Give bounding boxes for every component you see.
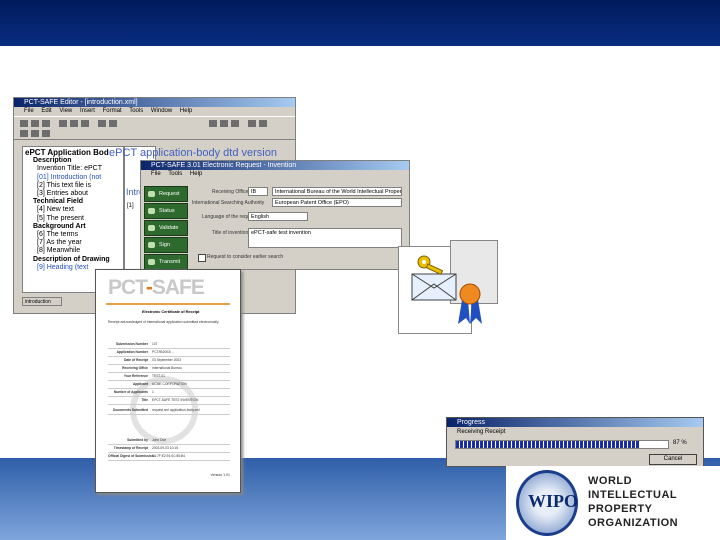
- editor-toolbar: [14, 116, 295, 140]
- menu-insert[interactable]: Insert: [80, 108, 95, 114]
- request-window-title: PCT-SAFE 3.01 Electronic Request - Inven…: [141, 161, 409, 170]
- tree-node-title[interactable]: Invention Title: ePCT: [25, 165, 110, 173]
- menu-format[interactable]: Format: [103, 108, 122, 114]
- xml-heading: ePCT application-body dtd version: [109, 147, 277, 159]
- sign-nav-button[interactable]: Sign: [144, 237, 188, 253]
- status-nav-button[interactable]: Status: [144, 203, 188, 219]
- tree-node-description[interactable]: Description: [25, 157, 110, 165]
- tree-node-paragraph[interactable]: [2] This text file is: [25, 182, 110, 190]
- formula-icon[interactable]: [42, 130, 50, 137]
- menu-help[interactable]: Help: [180, 108, 192, 114]
- tree-node-paragraph[interactable]: [5] The present: [25, 215, 110, 223]
- menu-edit[interactable]: Edit: [41, 108, 51, 114]
- cut-icon[interactable]: [59, 120, 67, 127]
- progress-dialog-title: Progress: [447, 418, 703, 427]
- isa-select[interactable]: European Patent Office (EPO): [272, 198, 402, 207]
- earlier-search-checkbox[interactable]: [198, 254, 206, 262]
- underline-icon[interactable]: [231, 120, 239, 127]
- table-icon[interactable]: [20, 130, 28, 137]
- logo-underline: [106, 303, 230, 305]
- tree-root[interactable]: ePCT Application Bod: [25, 148, 110, 157]
- menu-file[interactable]: File: [24, 108, 34, 114]
- certificate-row: Title EPCT-SAFE TEST INVENTION: [108, 396, 230, 405]
- tree-node-paragraph[interactable]: [7] As the year: [25, 239, 110, 247]
- list-icon[interactable]: [248, 120, 256, 127]
- isa-label: International Searching Authority: [192, 200, 265, 206]
- receiving-office-field[interactable]: International Bureau of the World Intell…: [272, 187, 402, 196]
- language-select[interactable]: English: [248, 212, 308, 221]
- validate-nav-button[interactable]: Validate: [144, 220, 188, 236]
- redo-icon[interactable]: [109, 120, 117, 127]
- certificate-heading: Electronic Certificate of Receipt: [142, 310, 200, 314]
- wipo-wordmark: WORLD INTELLECTUAL PROPERTY ORGANIZATION: [588, 475, 679, 529]
- paragraph-number-stub: [1]: [127, 203, 134, 209]
- progress-percent: 87 %: [673, 440, 687, 446]
- wipo-seal-icon: WIPO: [516, 470, 578, 536]
- editor-window-title: PCT-SAFE Editor - [introduction.xml]: [14, 98, 295, 107]
- new-icon[interactable]: [20, 120, 28, 127]
- earlier-search-label: Request to consider earlier search: [207, 254, 284, 260]
- ribbon-seal-icon: [456, 282, 484, 326]
- tree-node-introduction[interactable]: [01] Introduction (not: [25, 174, 110, 182]
- copy-icon[interactable]: [70, 120, 78, 127]
- top-banner: [0, 0, 720, 46]
- certificate-footer: Version 1.01: [210, 473, 230, 477]
- title-label: Title of invention: [212, 230, 249, 236]
- document-tree: ePCT Application Bod Description Inventi…: [25, 148, 110, 272]
- tree-node-technical-field[interactable]: Technical Field: [25, 198, 110, 206]
- progress-dialog: Progress Receiving Receipt 87 % Cancel: [446, 417, 704, 467]
- menu-view[interactable]: View: [59, 108, 72, 114]
- receiving-office-code[interactable]: IB: [248, 187, 268, 196]
- menu-tools[interactable]: Tools: [168, 171, 182, 177]
- transmit-nav-button[interactable]: Transmit: [144, 254, 188, 270]
- menu-window[interactable]: Window: [151, 108, 172, 114]
- request-menubar: File Tools Help: [141, 170, 409, 179]
- indent-icon[interactable]: [259, 120, 267, 127]
- paste-icon[interactable]: [81, 120, 89, 127]
- editor-menubar: File Edit View Insert Format Tools Windo…: [14, 107, 295, 116]
- receipt-certificate: PCT-SAFE Electronic Certificate of Recei…: [95, 269, 241, 493]
- tree-node-drawings[interactable]: Description of Drawing: [25, 256, 110, 264]
- certificate-row: Official Digest of Submission3A:7F:E2:91…: [108, 452, 230, 461]
- menu-help[interactable]: Help: [190, 171, 202, 177]
- editor-statusbar: introduction: [22, 297, 62, 306]
- status-text: introduction: [25, 299, 51, 305]
- tree-node-paragraph[interactable]: [4] New text: [25, 206, 110, 214]
- progress-status-text: Receiving Receipt: [457, 429, 506, 435]
- tree-node-paragraph[interactable]: [3] Entries about: [25, 190, 110, 198]
- open-icon[interactable]: [31, 120, 39, 127]
- certificate-intro: Receipt acknowledged of international ap…: [108, 320, 219, 324]
- progress-bar: [455, 440, 669, 449]
- tree-node-background-art[interactable]: Background Art: [25, 223, 110, 231]
- save-icon[interactable]: [42, 120, 50, 127]
- italic-icon[interactable]: [220, 120, 228, 127]
- receiving-office-label: Receiving Office: [212, 189, 249, 195]
- menu-file[interactable]: File: [151, 171, 161, 177]
- key-icon: [416, 254, 446, 278]
- tree-node-paragraph[interactable]: [6] The terms: [25, 231, 110, 239]
- title-field[interactable]: ePCT-safe test invention: [248, 228, 402, 248]
- certificate-row: Documents Submitted request.xml applicati…: [108, 406, 230, 415]
- request-nav-button[interactable]: Request: [144, 186, 188, 202]
- bold-icon[interactable]: [209, 120, 217, 127]
- tree-node-paragraph[interactable]: [8] Meanwhile: [25, 247, 110, 255]
- pct-safe-logo: PCT-SAFE: [108, 276, 205, 299]
- undo-icon[interactable]: [98, 120, 106, 127]
- menu-tools[interactable]: Tools: [129, 108, 143, 114]
- image-icon[interactable]: [31, 130, 39, 137]
- cancel-button[interactable]: Cancel: [649, 454, 697, 465]
